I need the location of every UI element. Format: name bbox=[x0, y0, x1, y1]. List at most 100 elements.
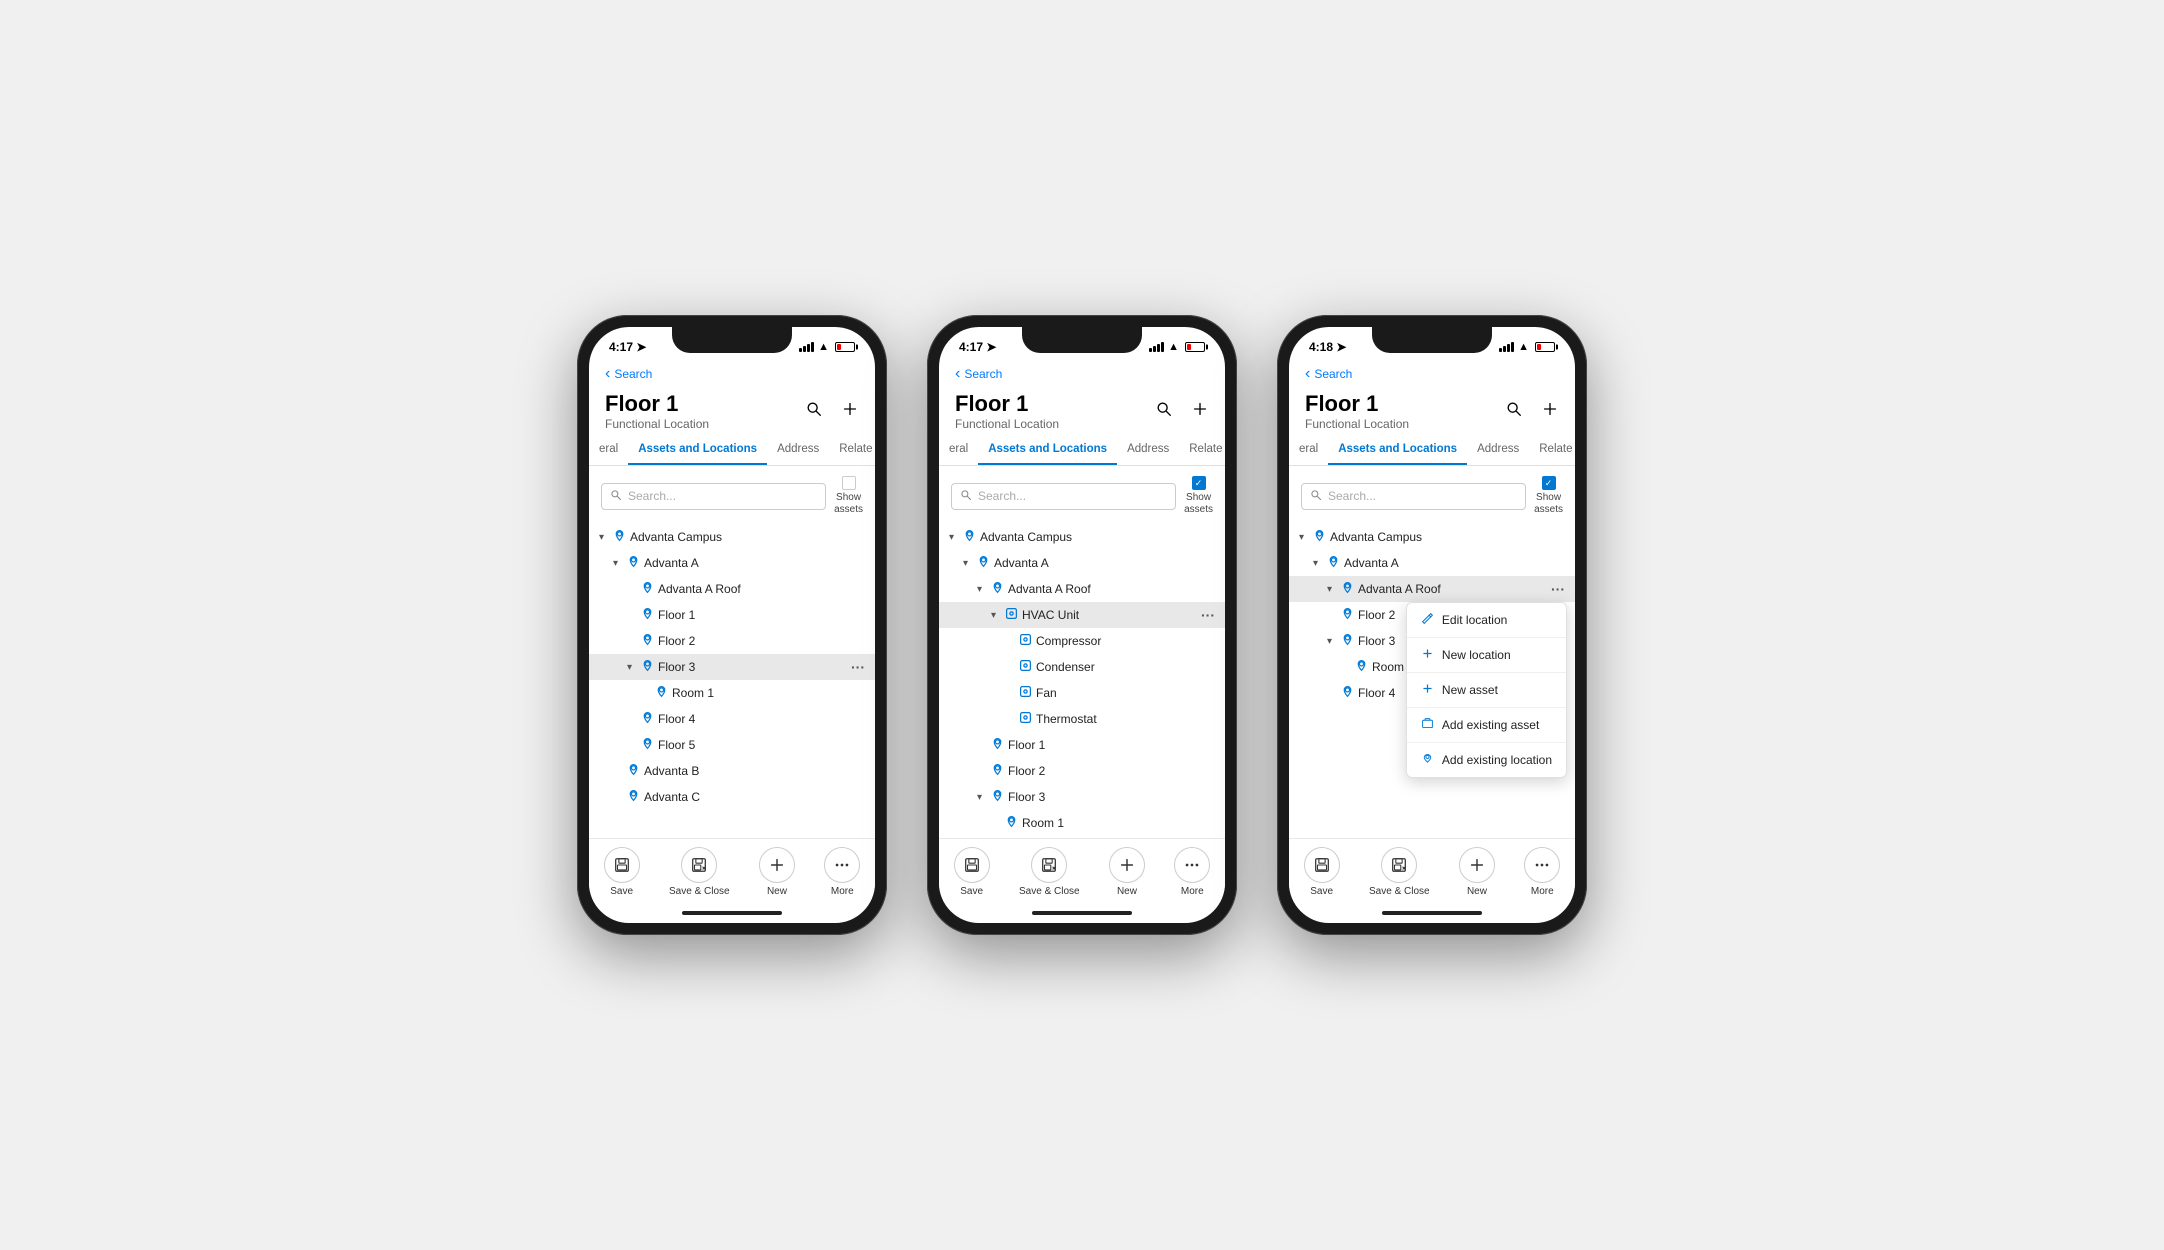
show-assets-checkbox[interactable] bbox=[1192, 476, 1206, 490]
add-icon[interactable] bbox=[1191, 400, 1209, 423]
toolbar-new[interactable]: New bbox=[759, 847, 795, 897]
tree-item-label: Compressor bbox=[1036, 634, 1101, 648]
search-icon[interactable] bbox=[1505, 400, 1523, 423]
tree-item[interactable]: ▾ Advanta A Roof ··· Edit location New l… bbox=[1289, 576, 1575, 602]
context-menu-trigger-t1_6[interactable]: ··· bbox=[851, 659, 875, 675]
tree-item[interactable]: Floor 2 bbox=[589, 628, 875, 654]
toolbar-more[interactable]: More bbox=[1174, 847, 1210, 897]
toolbar-new[interactable]: New bbox=[1109, 847, 1145, 897]
context-item-add-existing-location[interactable]: Add existing location bbox=[1407, 743, 1566, 777]
tab-assets-and-locations[interactable]: Assets and Locations bbox=[628, 435, 767, 465]
tab-address[interactable]: Address bbox=[1117, 435, 1179, 465]
search-icon[interactable] bbox=[1155, 400, 1173, 423]
show-assets-label: Showassets bbox=[834, 492, 863, 516]
search-box[interactable]: Search... bbox=[951, 483, 1176, 510]
tree-item[interactable]: Floor 2 bbox=[939, 758, 1225, 784]
show-assets-checkbox-wrapper[interactable] bbox=[1192, 476, 1206, 490]
tree-item[interactable]: ▾ Advanta A bbox=[1289, 550, 1575, 576]
tree-item[interactable]: Floor 1 bbox=[589, 602, 875, 628]
tab-eral[interactable]: eral bbox=[939, 435, 978, 465]
tree-item[interactable]: ▾ Advanta Campus bbox=[939, 524, 1225, 550]
context-menu-trigger-t3_3[interactable]: ··· bbox=[1551, 581, 1575, 597]
tree-item[interactable]: Floor 5 bbox=[589, 732, 875, 758]
toolbar-save-close[interactable]: Save & Close bbox=[669, 847, 730, 897]
tree-node-icon bbox=[613, 529, 626, 545]
tree-item[interactable]: Condenser bbox=[939, 654, 1225, 680]
tree-item[interactable]: Thermostat bbox=[939, 706, 1225, 732]
back-bar: ‹ Search bbox=[589, 363, 875, 385]
toolbar-more[interactable]: More bbox=[1524, 847, 1560, 897]
signal-bar-3 bbox=[1507, 344, 1510, 352]
show-assets-checkbox[interactable] bbox=[1542, 476, 1556, 490]
tab-eral[interactable]: eral bbox=[1289, 435, 1328, 465]
tree-item-label: Floor 5 bbox=[658, 738, 695, 752]
tab-relate[interactable]: Relate bbox=[1529, 435, 1575, 465]
tree-item[interactable]: Room 1 bbox=[939, 810, 1225, 836]
context-menu-trigger-t2_4[interactable]: ··· bbox=[1201, 607, 1225, 623]
show-assets-checkbox-wrapper[interactable] bbox=[1542, 476, 1556, 490]
search-box[interactable]: Search... bbox=[1301, 483, 1526, 510]
home-bar bbox=[1382, 911, 1482, 915]
tab-address[interactable]: Address bbox=[767, 435, 829, 465]
tab-relate[interactable]: Relate bbox=[829, 435, 875, 465]
tree-item[interactable]: ▾ Floor 3 ··· bbox=[589, 654, 875, 680]
toolbar-more[interactable]: More bbox=[824, 847, 860, 897]
tab-relate[interactable]: Relate bbox=[1179, 435, 1225, 465]
context-item-edit-location[interactable]: Edit location bbox=[1407, 603, 1566, 638]
tree-item[interactable]: Room 1 bbox=[589, 680, 875, 706]
tree-item[interactable]: Advanta C bbox=[589, 784, 875, 810]
tab-eral[interactable]: eral bbox=[589, 435, 628, 465]
toolbar-save[interactable]: Save bbox=[954, 847, 990, 897]
tree-item[interactable]: ▾ Advanta A bbox=[939, 550, 1225, 576]
back-label[interactable]: Search bbox=[1314, 367, 1352, 381]
status-icons: ▲ bbox=[1499, 341, 1555, 353]
tree-item[interactable]: ▾ Advanta Campus bbox=[1289, 524, 1575, 550]
tab-assets-and-locations[interactable]: Assets and Locations bbox=[1328, 435, 1467, 465]
tab-assets-and-locations[interactable]: Assets and Locations bbox=[978, 435, 1117, 465]
back-chevron-icon[interactable]: ‹ bbox=[955, 365, 960, 383]
search-box[interactable]: Search... bbox=[601, 483, 826, 510]
add-icon[interactable] bbox=[841, 400, 859, 423]
tree-item[interactable]: Fan bbox=[939, 680, 1225, 706]
show-assets-area: Showassets bbox=[1184, 476, 1213, 516]
toolbar-save[interactable]: Save bbox=[604, 847, 640, 897]
tree-item[interactable]: ▾ Advanta A Roof bbox=[939, 576, 1225, 602]
context-item-new-asset[interactable]: New asset bbox=[1407, 673, 1566, 708]
toolbar-new[interactable]: New bbox=[1459, 847, 1495, 897]
tree-node-icon bbox=[1005, 607, 1018, 623]
notch bbox=[1022, 327, 1142, 353]
tree-item[interactable]: Floor 1 bbox=[939, 732, 1225, 758]
context-item-add-existing-asset[interactable]: Add existing asset bbox=[1407, 708, 1566, 743]
back-label[interactable]: Search bbox=[614, 367, 652, 381]
add-icon[interactable] bbox=[1541, 400, 1559, 423]
show-assets-checkbox[interactable] bbox=[842, 476, 856, 490]
page-title: Floor 1 bbox=[605, 391, 805, 417]
back-label[interactable]: Search bbox=[964, 367, 1002, 381]
search-icon[interactable] bbox=[805, 400, 823, 423]
toolbar-save-close[interactable]: Save & Close bbox=[1369, 847, 1430, 897]
tab-address[interactable]: Address bbox=[1467, 435, 1529, 465]
tree-item[interactable]: ▾ Advanta Campus bbox=[589, 524, 875, 550]
save-label: Save bbox=[610, 886, 633, 897]
tabs: eralAssets and LocationsAddressRelate bbox=[1289, 435, 1575, 466]
save-close-icon-wrap bbox=[681, 847, 717, 883]
tree-item[interactable]: Floor 4 bbox=[939, 836, 1225, 838]
toolbar-save-close[interactable]: Save & Close bbox=[1019, 847, 1080, 897]
context-item-new-location[interactable]: New location bbox=[1407, 638, 1566, 673]
tree-item[interactable]: Advanta B bbox=[589, 758, 875, 784]
tree-item[interactable]: ▾ Advanta A bbox=[589, 550, 875, 576]
tree-item[interactable]: ▾ HVAC Unit ··· bbox=[939, 602, 1225, 628]
more-label: More bbox=[1531, 886, 1554, 897]
status-time: 4:17 ➤ bbox=[959, 340, 996, 354]
signal-bar-3 bbox=[1157, 344, 1160, 352]
back-chevron-icon[interactable]: ‹ bbox=[605, 365, 610, 383]
tree-item-label: Floor 3 bbox=[1008, 790, 1045, 804]
toolbar-save[interactable]: Save bbox=[1304, 847, 1340, 897]
tree-item[interactable]: Advanta A Roof bbox=[589, 576, 875, 602]
tree-item[interactable]: ▾ Floor 3 bbox=[939, 784, 1225, 810]
tree-item[interactable]: Floor 4 bbox=[589, 706, 875, 732]
back-chevron-icon[interactable]: ‹ bbox=[1305, 365, 1310, 383]
show-assets-checkbox-wrapper[interactable] bbox=[842, 476, 856, 490]
save-close-label: Save & Close bbox=[669, 886, 730, 897]
tree-item[interactable]: Compressor bbox=[939, 628, 1225, 654]
